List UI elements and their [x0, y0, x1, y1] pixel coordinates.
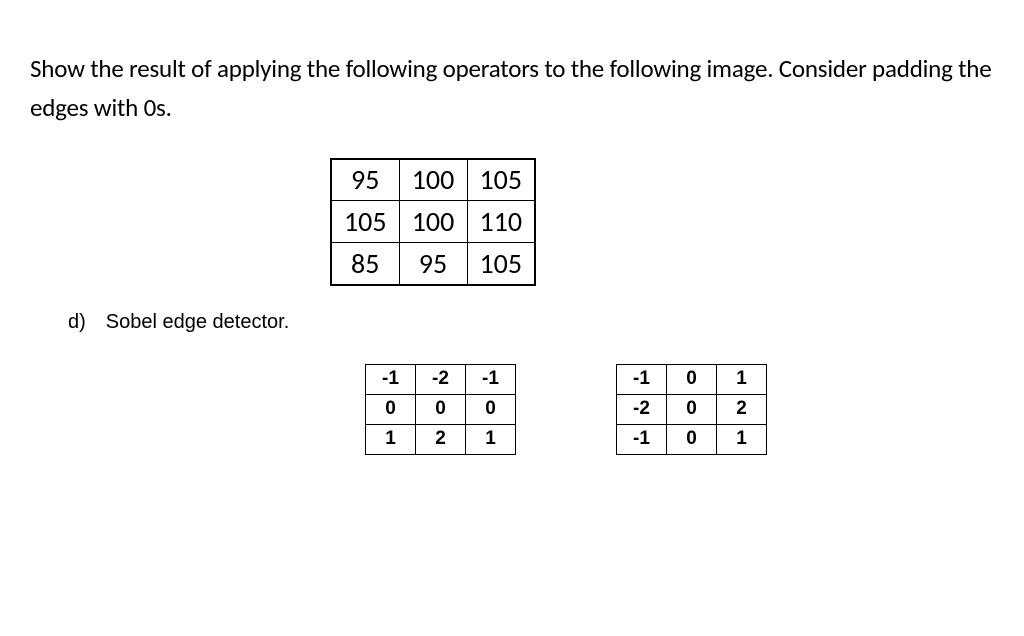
cell: 2 [717, 394, 767, 424]
cell: -1 [466, 364, 516, 394]
cell: 1 [717, 424, 767, 454]
part-label: d) Sobel edge detector. [68, 311, 994, 334]
cell: -2 [617, 394, 667, 424]
input-image-table: 95 100 105 105 100 110 85 95 105 [330, 158, 536, 286]
cell: 105 [331, 201, 399, 243]
question-text: Show the result of applying the followin… [30, 50, 994, 128]
cell: 0 [466, 394, 516, 424]
table-row: 85 95 105 [331, 243, 535, 285]
cell: 1 [717, 364, 767, 394]
table-row: 1 2 1 [366, 424, 516, 454]
cell: 1 [466, 424, 516, 454]
table-row: -1 0 1 [617, 424, 767, 454]
cell: 100 [399, 201, 467, 243]
table-row: -1 -2 -1 [366, 364, 516, 394]
cell: 95 [399, 243, 467, 285]
sobel-kernel-1: -1 -2 -1 0 0 0 1 2 1 [365, 364, 516, 455]
cell: -2 [416, 364, 466, 394]
cell: 95 [331, 159, 399, 201]
cell: 0 [667, 364, 717, 394]
cell: -1 [366, 364, 416, 394]
cell: 100 [399, 159, 467, 201]
cell: 1 [366, 424, 416, 454]
sobel-kernel-2: -1 0 1 -2 0 2 -1 0 1 [616, 364, 767, 455]
cell: 0 [667, 424, 717, 454]
cell: 85 [331, 243, 399, 285]
cell: -1 [617, 364, 667, 394]
cell: 0 [667, 394, 717, 424]
cell: 2 [416, 424, 466, 454]
question-line1: Show the result of applying the followin… [30, 53, 991, 84]
cell: 110 [467, 201, 535, 243]
question-line2: edges with 0s. [30, 92, 172, 123]
table-row: 105 100 110 [331, 201, 535, 243]
cell: 0 [416, 394, 466, 424]
table-row: -1 0 1 [617, 364, 767, 394]
cell: 105 [467, 243, 535, 285]
cell: 105 [467, 159, 535, 201]
cell: -1 [617, 424, 667, 454]
table-row: -2 0 2 [617, 394, 767, 424]
cell: 0 [366, 394, 416, 424]
table-row: 0 0 0 [366, 394, 516, 424]
kernels-row: -1 -2 -1 0 0 0 1 2 1 -1 0 1 -2 0 2 -1 0 … [365, 364, 994, 455]
table-row: 95 100 105 [331, 159, 535, 201]
